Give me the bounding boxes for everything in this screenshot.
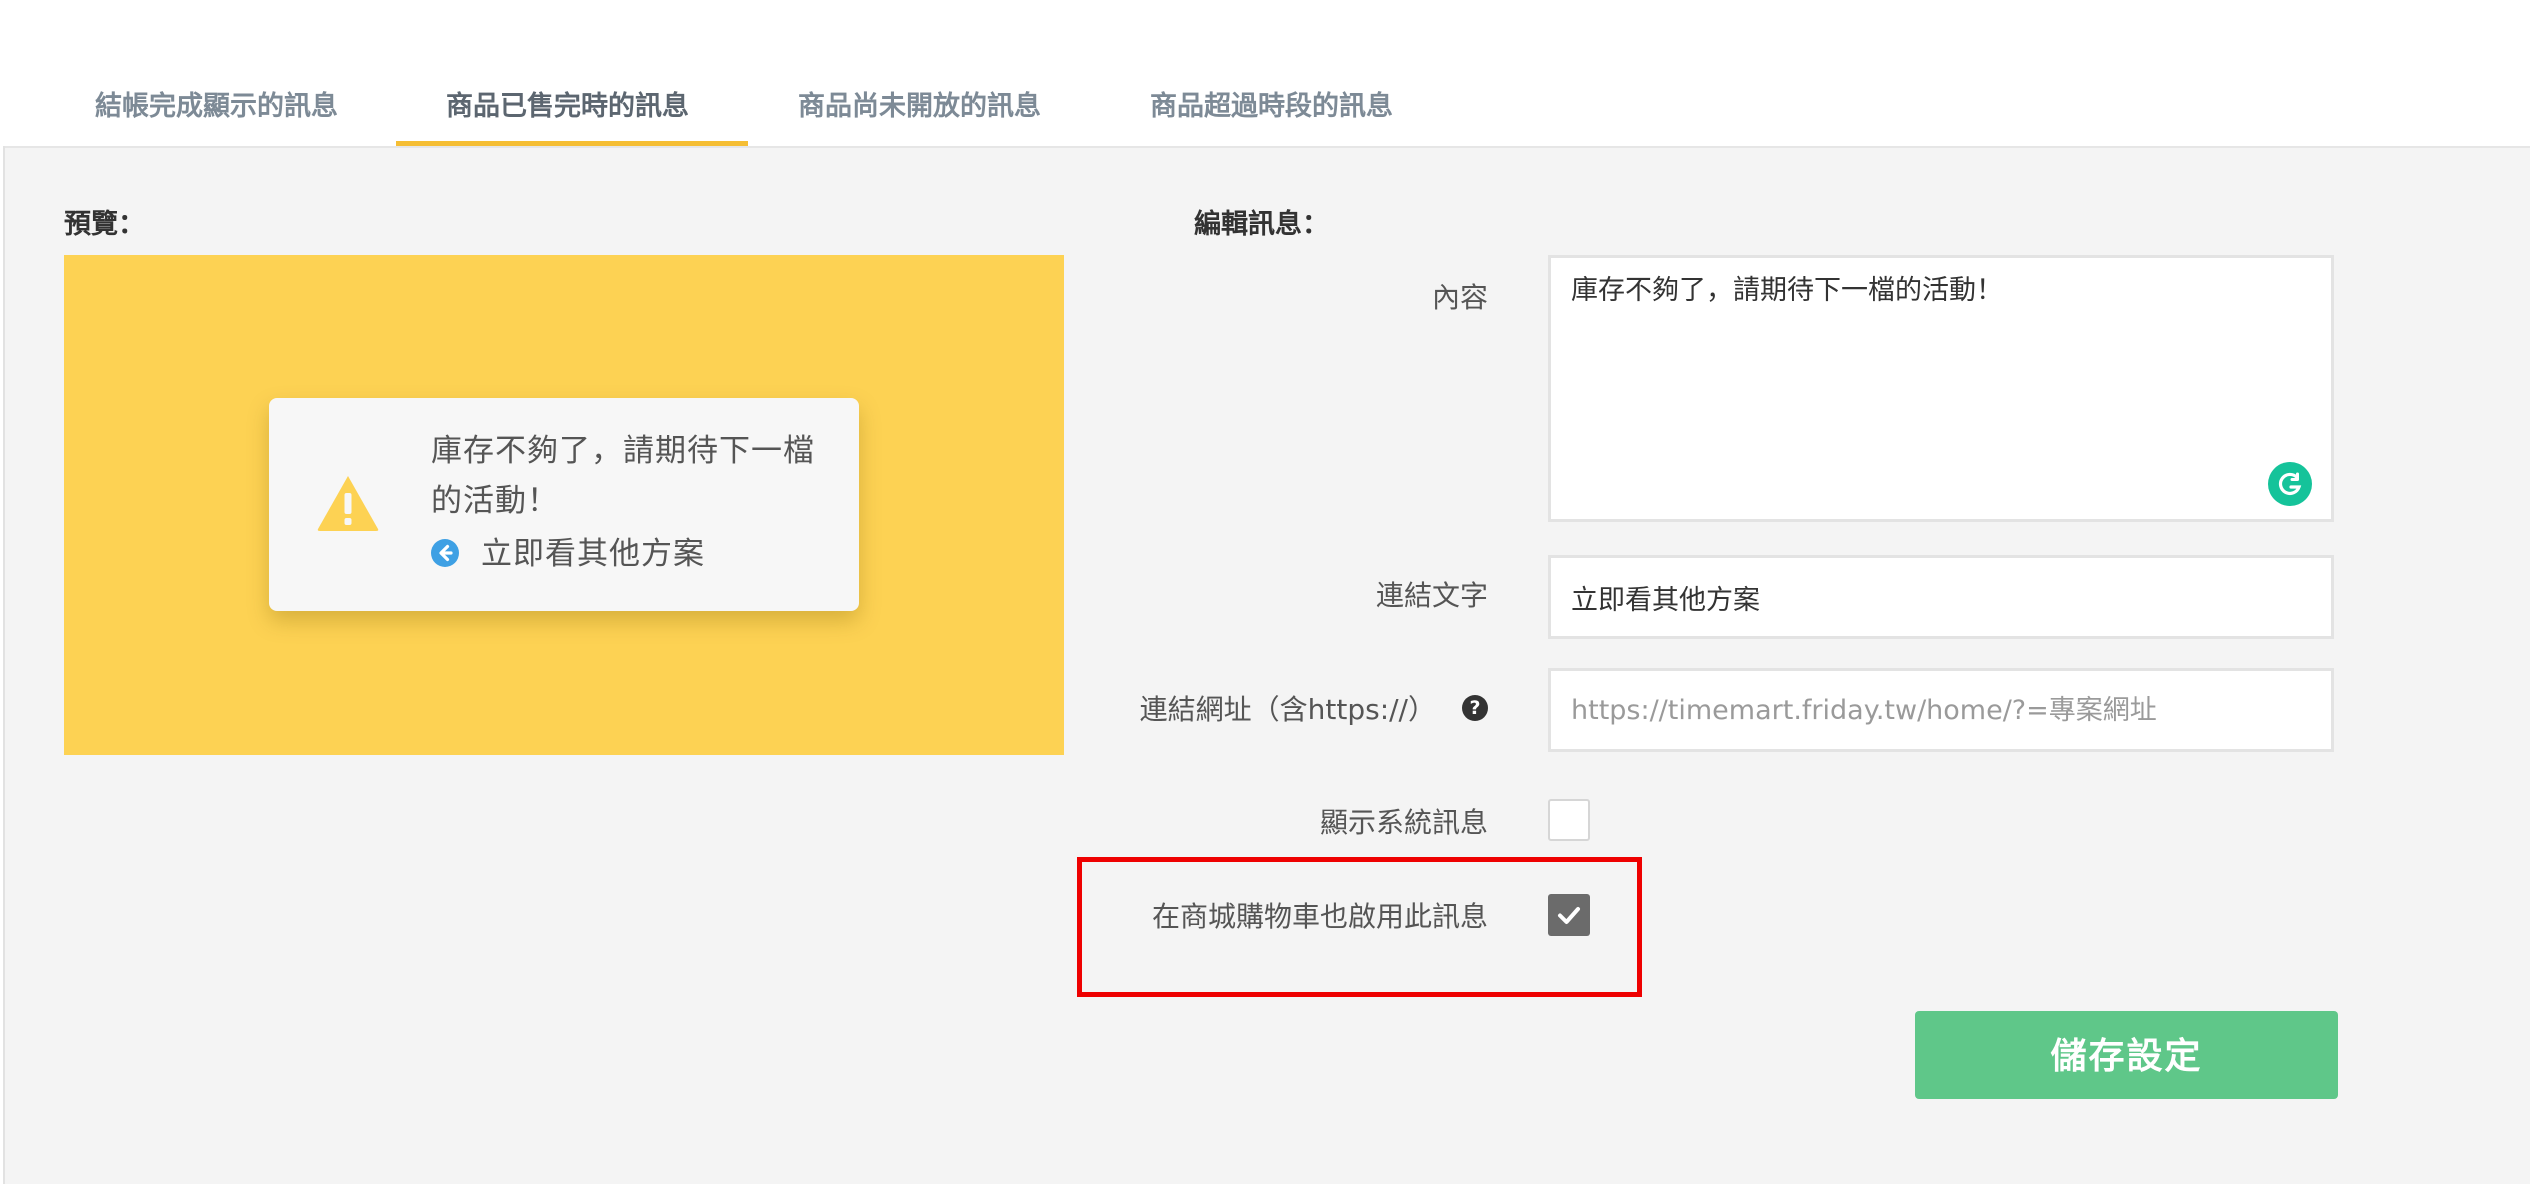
message-settings-page: 結帳完成顯示的訊息 商品已售完時的訊息 商品尚未開放的訊息 商品超過時段的訊息 … bbox=[0, 0, 2530, 1184]
save-settings-button[interactable]: 儲存設定 bbox=[1915, 1011, 2338, 1099]
tab-sold-out[interactable]: 商品已售完時的訊息 bbox=[446, 84, 689, 123]
show-system-checkbox[interactable] bbox=[1548, 799, 1590, 841]
link-url-label: 連結網址（含https://） bbox=[1139, 693, 1436, 726]
warning-triangle-icon bbox=[317, 476, 379, 531]
tab-checkout-complete[interactable]: 結帳完成顯示的訊息 bbox=[95, 84, 338, 123]
content-textarea[interactable]: 庫存不夠了，請期待下一檔的活動！ bbox=[1548, 255, 2334, 522]
preview-toast: 庫存不夠了，請期待下一檔的活動！ 立即看其他方案 bbox=[269, 398, 859, 611]
preview-message: 庫存不夠了，請期待下一檔的活動！ bbox=[431, 433, 815, 519]
arrow-circle-left-icon bbox=[431, 538, 459, 567]
grammarly-icon[interactable] bbox=[2268, 462, 2312, 506]
link-text-input[interactable] bbox=[1548, 555, 2334, 639]
link-text-label: 連結文字 bbox=[1375, 579, 1488, 612]
tab-not-open[interactable]: 商品尚未開放的訊息 bbox=[798, 84, 1041, 123]
preview-canvas: 庫存不夠了，請期待下一檔的活動！ 立即看其他方案 bbox=[64, 255, 1064, 755]
preview-heading: 預覽： bbox=[64, 209, 145, 240]
show-system-label: 顯示系統訊息 bbox=[1319, 806, 1488, 839]
question-circle-icon[interactable]: ? bbox=[1462, 695, 1488, 721]
link-url-label-row: 連結網址（含https://）? bbox=[1140, 688, 1488, 728]
tab-time-expired[interactable]: 商品超過時段的訊息 bbox=[1150, 84, 1393, 123]
highlight-annotation-box bbox=[1077, 857, 1642, 997]
link-url-input[interactable] bbox=[1548, 668, 2334, 752]
message-tabs: 結帳完成顯示的訊息 商品已售完時的訊息 商品尚未開放的訊息 商品超過時段的訊息 bbox=[0, 0, 2530, 146]
editor-heading: 編輯訊息： bbox=[1194, 209, 1329, 240]
content-label: 內容 bbox=[1431, 281, 1488, 314]
preview-link-label: 立即看其他方案 bbox=[481, 536, 705, 572]
panel-left-border bbox=[3, 146, 5, 1184]
preview-link[interactable]: 立即看其他方案 bbox=[431, 528, 705, 573]
